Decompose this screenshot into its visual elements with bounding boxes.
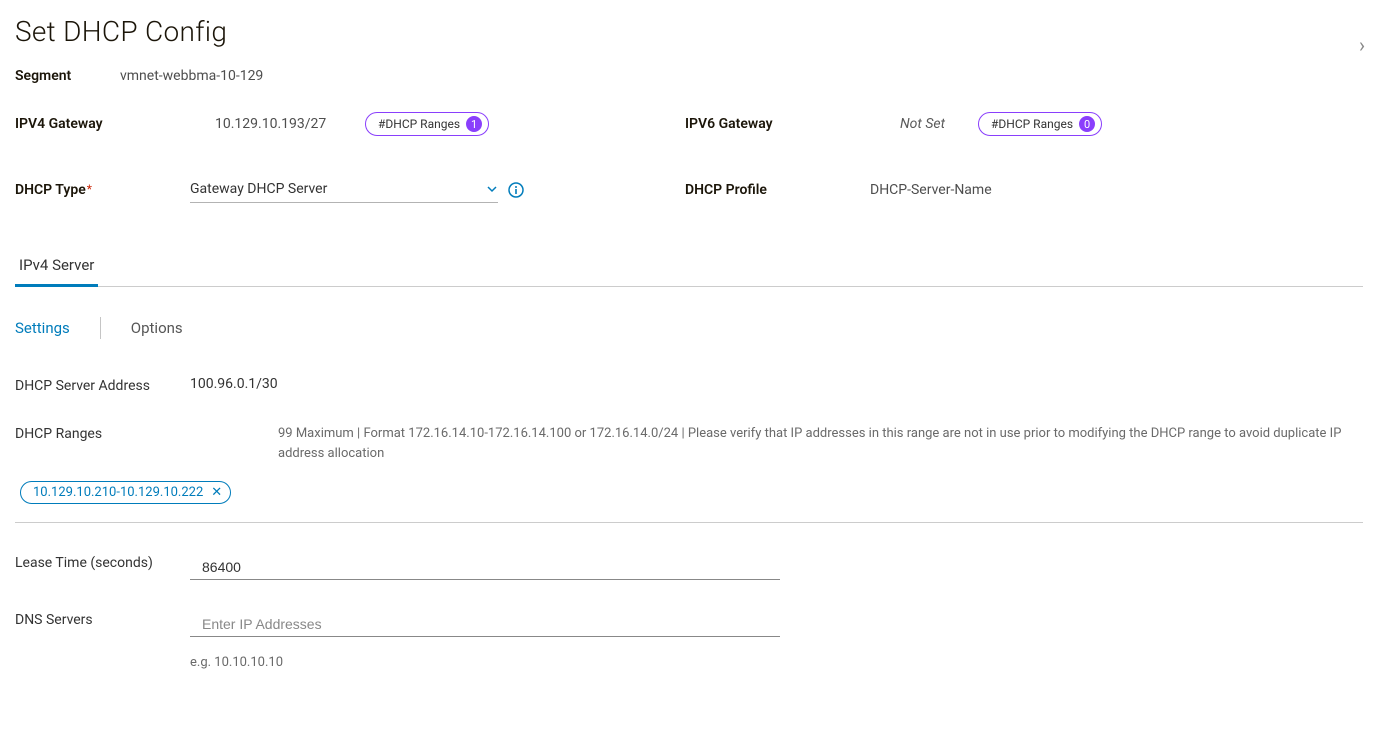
subtabs: Settings Options: [15, 315, 1363, 341]
dns-servers-input[interactable]: [190, 610, 780, 637]
segment-value: vmnet-webbma-10-129: [120, 68, 263, 84]
ipv6-pill-label: #DHCP Ranges: [991, 117, 1073, 131]
dhcp-type-select[interactable]: Gateway DHCP Server: [190, 176, 498, 203]
ipv4-pill-count: 1: [466, 116, 482, 132]
dhcp-range-chip[interactable]: 10.129.10.210-10.129.10.222 ✕: [20, 481, 231, 504]
segment-label: Segment: [15, 68, 120, 84]
dhcp-server-address-label: DHCP Server Address: [15, 376, 190, 394]
subtab-options[interactable]: Options: [131, 315, 183, 341]
ipv6-gateway-value: Not Set: [900, 116, 960, 132]
separator: [15, 522, 1363, 523]
ipv6-pill-count: 0: [1079, 116, 1095, 132]
lease-time-input[interactable]: [190, 553, 780, 580]
dhcp-range-chip-value: 10.129.10.210-10.129.10.222: [33, 485, 203, 500]
required-asterisk-icon: *: [87, 182, 92, 198]
ipv4-gateway-label: IPV4 Gateway: [15, 116, 215, 132]
dhcp-type-label: DHCP Type: [15, 182, 86, 198]
dhcp-profile-label: DHCP Profile: [685, 182, 870, 198]
close-icon[interactable]: ✕: [211, 485, 222, 500]
dhcp-type-selected-value: Gateway DHCP Server: [190, 181, 327, 197]
tabs: IPv4 Server: [15, 248, 1363, 287]
close-dialog-icon[interactable]: ›: [1359, 33, 1365, 57]
ipv4-dhcp-ranges-pill[interactable]: #DHCP Ranges 1: [365, 112, 489, 136]
dns-servers-label: DNS Servers: [15, 610, 190, 628]
subtab-settings[interactable]: Settings: [15, 315, 70, 341]
dhcp-ranges-label: DHCP Ranges: [15, 424, 278, 442]
dhcp-ranges-help: 99 Maximum | Format 172.16.14.10-172.16.…: [278, 424, 1363, 463]
subtab-divider: [100, 317, 101, 339]
dhcp-server-address-value: 100.96.0.1/30: [190, 376, 278, 392]
tab-ipv4-server[interactable]: IPv4 Server: [15, 248, 98, 287]
chevron-down-icon: [486, 183, 498, 195]
dhcp-profile-value: DHCP-Server-Name: [870, 182, 992, 198]
dns-helper-text: e.g. 10.10.10.10: [190, 655, 780, 670]
ipv6-gateway-label: IPV6 Gateway: [685, 116, 900, 132]
ipv4-pill-label: #DHCP Ranges: [378, 117, 460, 131]
ipv6-dhcp-ranges-pill[interactable]: #DHCP Ranges 0: [978, 112, 1102, 136]
lease-time-label: Lease Time (seconds): [15, 553, 190, 571]
ipv4-gateway-value: 10.129.10.193/27: [215, 116, 365, 132]
page-title: Set DHCP Config: [15, 15, 1363, 48]
info-icon[interactable]: [508, 182, 524, 198]
segment-row: Segment vmnet-webbma-10-129: [15, 68, 1363, 84]
